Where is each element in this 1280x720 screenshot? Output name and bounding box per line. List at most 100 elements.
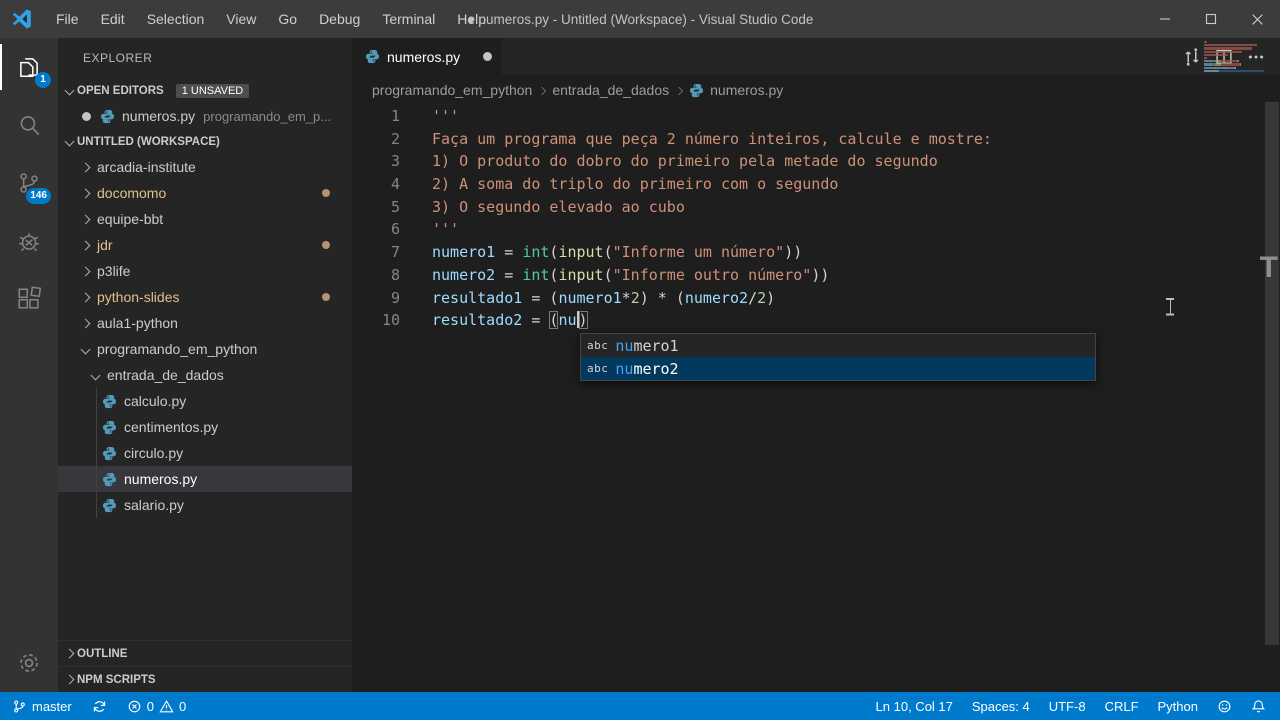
statusbar-git-branch[interactable]: master — [12, 699, 72, 714]
minimap-seg — [1239, 63, 1242, 66]
chevron-right-icon — [80, 240, 91, 250]
minimap-seg — [1220, 60, 1238, 63]
tree-item-p3life[interactable]: p3life — [58, 258, 352, 284]
tree-item-programando-em-python[interactable]: programando_em_python — [58, 336, 352, 362]
code-line-5[interactable]: 5 3) O segundo elevado ao cubo — [352, 196, 1264, 219]
editor-scrollbar[interactable]: T — [1260, 38, 1280, 692]
minimize-icon[interactable] — [1142, 0, 1188, 38]
token-plain: = — [495, 243, 523, 262]
menu-file[interactable]: File — [45, 0, 90, 38]
token-plain: ( — [603, 243, 613, 262]
modified-dot-icon — [322, 241, 330, 249]
tree-item-centimentos-py[interactable]: centimentos.py — [58, 414, 352, 440]
tree-item-label: salario.py — [124, 497, 184, 513]
dirty-indicator[interactable] — [483, 52, 492, 61]
scrollbar-slider[interactable] — [1265, 102, 1279, 645]
code-line-6[interactable]: 6 ''' — [352, 218, 1264, 241]
statusbar-label: UTF-8 — [1048, 698, 1086, 714]
activitybar-debug[interactable] — [0, 212, 58, 270]
minimap-seg — [1204, 44, 1257, 47]
tree-item-equipe-bbt[interactable]: equipe-bbt — [58, 206, 352, 232]
section-npm-scripts[interactable]: NPM SCRIPTS — [58, 666, 352, 692]
token-str: "Informe um número" — [612, 243, 785, 262]
suggestion-label: mero1 — [633, 336, 679, 355]
code-line-1[interactable]: 1 ''' — [352, 105, 1264, 128]
code-line-2[interactable]: 2 Faça um programa que peça 2 número inte… — [352, 128, 1264, 151]
statusbar-problems[interactable]: 00 — [127, 699, 186, 714]
activitybar-manage[interactable] — [0, 634, 58, 692]
chevron-down-icon — [80, 344, 91, 354]
tree-item-salario-py[interactable]: salario.py — [58, 492, 352, 518]
sidebar-title: EXPLORER — [83, 51, 153, 65]
minimap-line — [1204, 63, 1264, 66]
smiley-icon — [1217, 699, 1232, 714]
menu-debug[interactable]: Debug — [308, 0, 371, 38]
menu-view[interactable]: View — [215, 0, 267, 38]
menu-edit[interactable]: Edit — [90, 0, 136, 38]
code-line-3[interactable]: 3 1) O produto do dobro do primeiro pela … — [352, 150, 1264, 173]
workspace-header[interactable]: UNTITLED (WORKSPACE) — [58, 129, 352, 154]
suggestion-numero2[interactable]: abc nu mero2 — [581, 357, 1095, 380]
code-editor[interactable]: 1 ''' 2 Faça um programa que peça 2 número … — [352, 105, 1264, 692]
tree-item-entrada-de-dados[interactable]: entrada_de_dados — [58, 362, 352, 388]
code-line-7[interactable]: 7 numero1 = int(input("Informe um número"… — [352, 241, 1264, 264]
code-line-4[interactable]: 4 2) A soma do triplo do primeiro com o s… — [352, 173, 1264, 196]
code-line-8[interactable]: 8 numero2 = int(input("Informe outro núme… — [352, 264, 1264, 287]
minimap-line — [1204, 69, 1264, 72]
minimap-line — [1204, 66, 1264, 69]
tree-item-arcadia-institute[interactable]: arcadia-institute — [58, 154, 352, 180]
statusbar-language-mode[interactable]: Python — [1158, 699, 1198, 714]
minimap-seg — [1220, 63, 1240, 66]
open-editors-header[interactable]: OPEN EDITORS 1 UNSAVED — [58, 78, 352, 103]
tree-item-numeros-py[interactable]: numeros.py — [58, 466, 352, 492]
minimap-seg — [1217, 69, 1219, 72]
tree-item-docomomo[interactable]: docomomo — [58, 180, 352, 206]
python-icon — [102, 472, 124, 487]
activitybar-explorer[interactable]: 1 — [0, 38, 58, 96]
menu-terminal[interactable]: Terminal — [371, 0, 446, 38]
window-title: ● numeros.py - Untitled (Workspace) - Vi… — [466, 11, 814, 27]
menu-selection[interactable]: Selection — [136, 0, 216, 38]
statusbar-encoding[interactable]: UTF-8 — [1049, 699, 1086, 714]
section-outline[interactable]: OUTLINE — [58, 640, 352, 666]
menu-go[interactable]: Go — [267, 0, 308, 38]
token-str: 1) O produto do dobro do primeiro pela m… — [432, 152, 938, 171]
statusbar-feedback[interactable] — [1217, 699, 1232, 714]
statusbar-eol[interactable]: CRLF — [1105, 699, 1139, 714]
line-number: 5 — [390, 197, 400, 216]
token-str: Faça um programa que peça 2 número intei… — [432, 129, 992, 148]
open-editor-item[interactable]: numeros.py programando_em_p... — [58, 103, 352, 129]
activitybar-extensions[interactable] — [0, 270, 58, 328]
workspace-label: UNTITLED (WORKSPACE) — [77, 135, 220, 148]
search-icon — [16, 112, 42, 138]
breadcrumb-item[interactable]: numeros.py — [689, 82, 783, 98]
tree-item-jdr[interactable]: jdr — [58, 232, 352, 258]
breadcrumb-item[interactable]: entrada_de_dados — [552, 82, 669, 98]
minimap[interactable] — [1204, 41, 1264, 73]
statusbar-indentation[interactable]: Spaces: 4 — [972, 699, 1030, 714]
statusbar-notifications[interactable] — [1251, 699, 1266, 714]
tree-item-label: jdr — [97, 237, 113, 253]
statusbar-sync[interactable] — [92, 699, 107, 714]
code-line-9[interactable]: 9 resultado1 = (numero1*2) * (numero2/2) — [352, 287, 1264, 310]
close-icon[interactable] — [1234, 0, 1280, 38]
chevron-right-icon — [80, 162, 91, 172]
tab-numeros-py[interactable]: numeros.py — [352, 38, 502, 75]
open-changes-icon[interactable] — [1182, 47, 1202, 67]
tree-item-aula1-python[interactable]: aula1-python — [58, 310, 352, 336]
breadcrumb-item[interactable]: programando_em_python — [372, 82, 532, 98]
activitybar-source-control[interactable]: 146 — [0, 154, 58, 212]
tree-item-calculo-py[interactable]: calculo.py — [58, 388, 352, 414]
sidebar-bottom-sections: OUTLINE NPM SCRIPTS — [58, 640, 352, 692]
tree-item-python-slides[interactable]: python-slides — [58, 284, 352, 310]
tab-bar: numeros.py — [352, 38, 1280, 75]
suggestion-numero1[interactable]: abc nu mero1 — [581, 334, 1095, 357]
maximize-icon[interactable] — [1188, 0, 1234, 38]
activitybar-search[interactable] — [0, 96, 58, 154]
code-line-10[interactable]: 10 resultado2 = (nu) — [352, 309, 1264, 332]
suggestion-kind-icon: abc — [587, 339, 609, 352]
statusbar-cursor-position[interactable]: Ln 10, Col 17 — [876, 699, 953, 714]
tree-item-circulo-py[interactable]: circulo.py — [58, 440, 352, 466]
chevron-down-icon — [64, 85, 75, 96]
suggest-widget: abc nu mero1 abc nu mero2 — [580, 333, 1096, 381]
